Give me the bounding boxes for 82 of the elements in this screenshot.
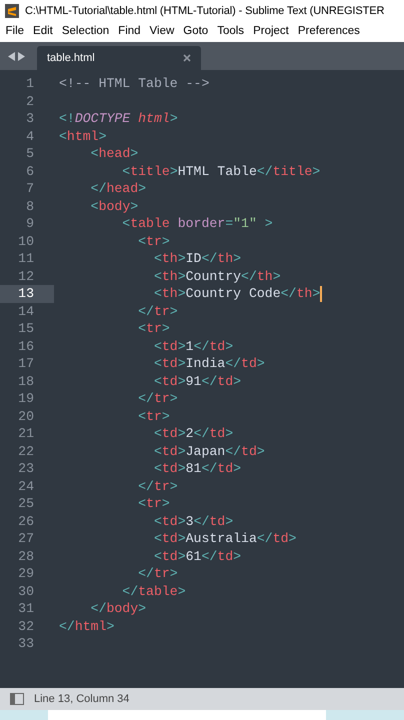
code-line: <tr> <box>137 322 170 336</box>
window-title: C:\HTML-Tutorial\table.html (HTML-Tutorial) - Sublime Text (UNREGISTER <box>25 4 384 19</box>
code-line: </tr> <box>137 480 178 493</box>
line-number: 31 <box>18 602 34 616</box>
code-line: <tr> <box>137 497 170 510</box>
code-line: <td>1</td> <box>152 340 234 353</box>
code-line: <th>Country</th> <box>152 270 281 283</box>
sidebar-toggle-icon[interactable] <box>10 693 24 705</box>
line-number: 17 <box>18 357 34 370</box>
line-number: 1 <box>26 77 34 90</box>
code-line: <body> <box>90 200 138 213</box>
line-number: 8 <box>26 200 34 213</box>
menu-item[interactable]: Find <box>114 23 146 41</box>
line-number: 33 <box>18 637 34 650</box>
code-line: </table> <box>121 584 186 598</box>
code-line: </body> <box>90 602 146 616</box>
code-line: <!DOCTYPE html> <box>59 112 178 126</box>
line-number: 24 <box>18 480 34 493</box>
menu-item[interactable]: Edit <box>28 23 58 41</box>
code-line: <table border="1" > <box>121 217 273 230</box>
line-number: 26 <box>18 514 34 528</box>
code-line: <td>61</td> <box>152 550 242 563</box>
left-arrow-icon[interactable] <box>8 52 15 60</box>
code-line: <th>Country Code</th> <box>152 287 320 300</box>
code-line: <td>81</td> <box>152 462 242 476</box>
code-line: <tr> <box>137 234 170 248</box>
line-number: 3 <box>26 112 34 126</box>
line-number: 25 <box>18 497 34 510</box>
line-number: 28 <box>18 550 34 563</box>
menu-item[interactable]: Selection <box>57 23 114 41</box>
line-number: 16 <box>18 340 34 353</box>
status-text: Line 13, Column 34 <box>34 692 130 707</box>
line-number: 13 <box>18 287 34 300</box>
code-line: <td>2</td> <box>152 427 234 440</box>
file-tab[interactable]: table.html <box>37 46 201 70</box>
code-line: </tr> <box>137 304 178 318</box>
code-line: </tr> <box>137 392 178 406</box>
menu-item[interactable]: File <box>1 23 29 41</box>
code-line: </head> <box>90 182 146 196</box>
line-number: 22 <box>18 444 34 458</box>
code-line: <html> <box>59 130 106 143</box>
line-number: 30 <box>18 584 34 598</box>
text-cursor <box>320 286 322 302</box>
close-icon[interactable] <box>183 54 191 62</box>
code-line: <td>91</td> <box>152 374 242 388</box>
code-line: <td>Australia</td> <box>152 532 296 546</box>
line-number: 4 <box>26 130 34 143</box>
line-number: 9 <box>26 217 34 230</box>
line-number: 11 <box>18 252 34 266</box>
line-number: 32 <box>18 620 34 633</box>
right-arrow-icon[interactable] <box>18 52 25 60</box>
line-number: 14 <box>18 304 34 318</box>
line-number: 18 <box>18 374 34 388</box>
line-number: 5 <box>26 147 34 160</box>
menu-item[interactable]: View <box>145 23 179 41</box>
code-line: <th>ID</th> <box>152 252 242 266</box>
line-number: 19 <box>18 392 34 406</box>
line-number: 29 <box>18 567 34 580</box>
code-line: </html> <box>59 620 114 633</box>
code-line: <!-- HTML Table --> <box>59 77 210 90</box>
menu-item[interactable]: Preferences <box>293 23 364 41</box>
code-line: <tr> <box>137 410 170 423</box>
line-number: 23 <box>18 462 34 476</box>
line-number: 20 <box>18 410 34 423</box>
code-line: </tr> <box>137 567 178 580</box>
line-number: 27 <box>18 532 34 546</box>
app-logo-icon <box>5 4 19 18</box>
line-number: 10 <box>18 234 34 248</box>
line-number: 7 <box>26 182 34 196</box>
code-line: <td>India</td> <box>152 357 265 370</box>
code-line: <head> <box>90 147 138 160</box>
code-line: <td>Japan</td> <box>152 444 265 458</box>
menu-item[interactable]: Goto <box>178 23 213 41</box>
line-number: 12 <box>18 270 34 283</box>
code-line: <title>HTML Table</title> <box>121 164 320 178</box>
line-number: 21 <box>18 427 34 440</box>
line-number: 2 <box>26 94 34 108</box>
menu-item[interactable]: Project <box>248 23 294 41</box>
line-number: 6 <box>26 164 34 178</box>
line-number: 15 <box>18 322 34 336</box>
code-line: <td>3</td> <box>152 514 234 528</box>
menu-item[interactable]: Tools <box>212 23 249 41</box>
